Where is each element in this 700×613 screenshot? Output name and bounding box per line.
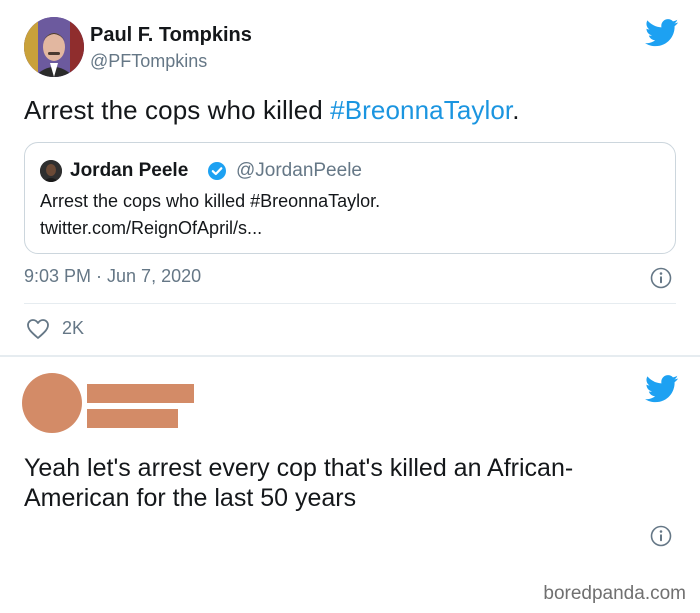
like-count: 2K — [62, 318, 85, 338]
quoted-avatar — [40, 160, 62, 182]
author-handle[interactable]: @PFTompkins — [90, 51, 207, 72]
quoted-avatar-photo — [40, 160, 62, 182]
tweet-text-prefix: Arrest the cops who killed — [24, 95, 331, 125]
heart-icon[interactable] — [26, 318, 50, 340]
twitter-bird-icon[interactable] — [645, 375, 679, 403]
tweet-card-2: Yeah let's arrest every cop that's kille… — [0, 357, 700, 569]
reply-text-line-1: Yeah let's arrest every cop that's kille… — [24, 454, 574, 482]
tweet-text: Arrest the cops who killed #BreonnaTaylo… — [24, 95, 520, 126]
verified-badge-icon — [208, 162, 226, 180]
redacted-name — [87, 384, 194, 403]
divider — [24, 303, 676, 304]
avatar-photo — [24, 17, 84, 77]
redacted-handle — [87, 409, 178, 428]
avatar[interactable] — [24, 17, 84, 77]
tweet-card-1: Paul F. Tompkins @PFTompkins Arrest the … — [0, 0, 700, 355]
quoted-author-handle: @JordanPeele — [236, 160, 362, 181]
quoted-text: Arrest the cops who killed #BreonnaTaylo… — [40, 191, 381, 211]
author-name[interactable]: Paul F. Tompkins — [90, 24, 252, 47]
watermark: boredpanda.com — [543, 583, 686, 604]
tweet-text-suffix: . — [512, 95, 520, 125]
quoted-tweet[interactable]: Jordan Peele @JordanPeele Arrest the cop… — [24, 142, 676, 254]
reply-text-line-2: American for the last 50 years — [24, 484, 357, 512]
redacted-avatar — [22, 373, 82, 433]
tweet-timestamp[interactable]: 9:03 PM · Jun 7, 2020 — [24, 266, 201, 287]
hashtag-link[interactable]: #BreonnaTaylor — [330, 95, 512, 125]
quoted-link[interactable]: twitter.com/ReignOfApril/s... — [40, 218, 262, 239]
twitter-bird-icon[interactable] — [645, 19, 679, 47]
reply-text: Yeah let's arrest every cop that's kille… — [24, 453, 674, 513]
info-icon[interactable] — [650, 267, 672, 289]
info-icon[interactable] — [650, 525, 672, 547]
quoted-author-name: Jordan Peele — [70, 160, 189, 181]
